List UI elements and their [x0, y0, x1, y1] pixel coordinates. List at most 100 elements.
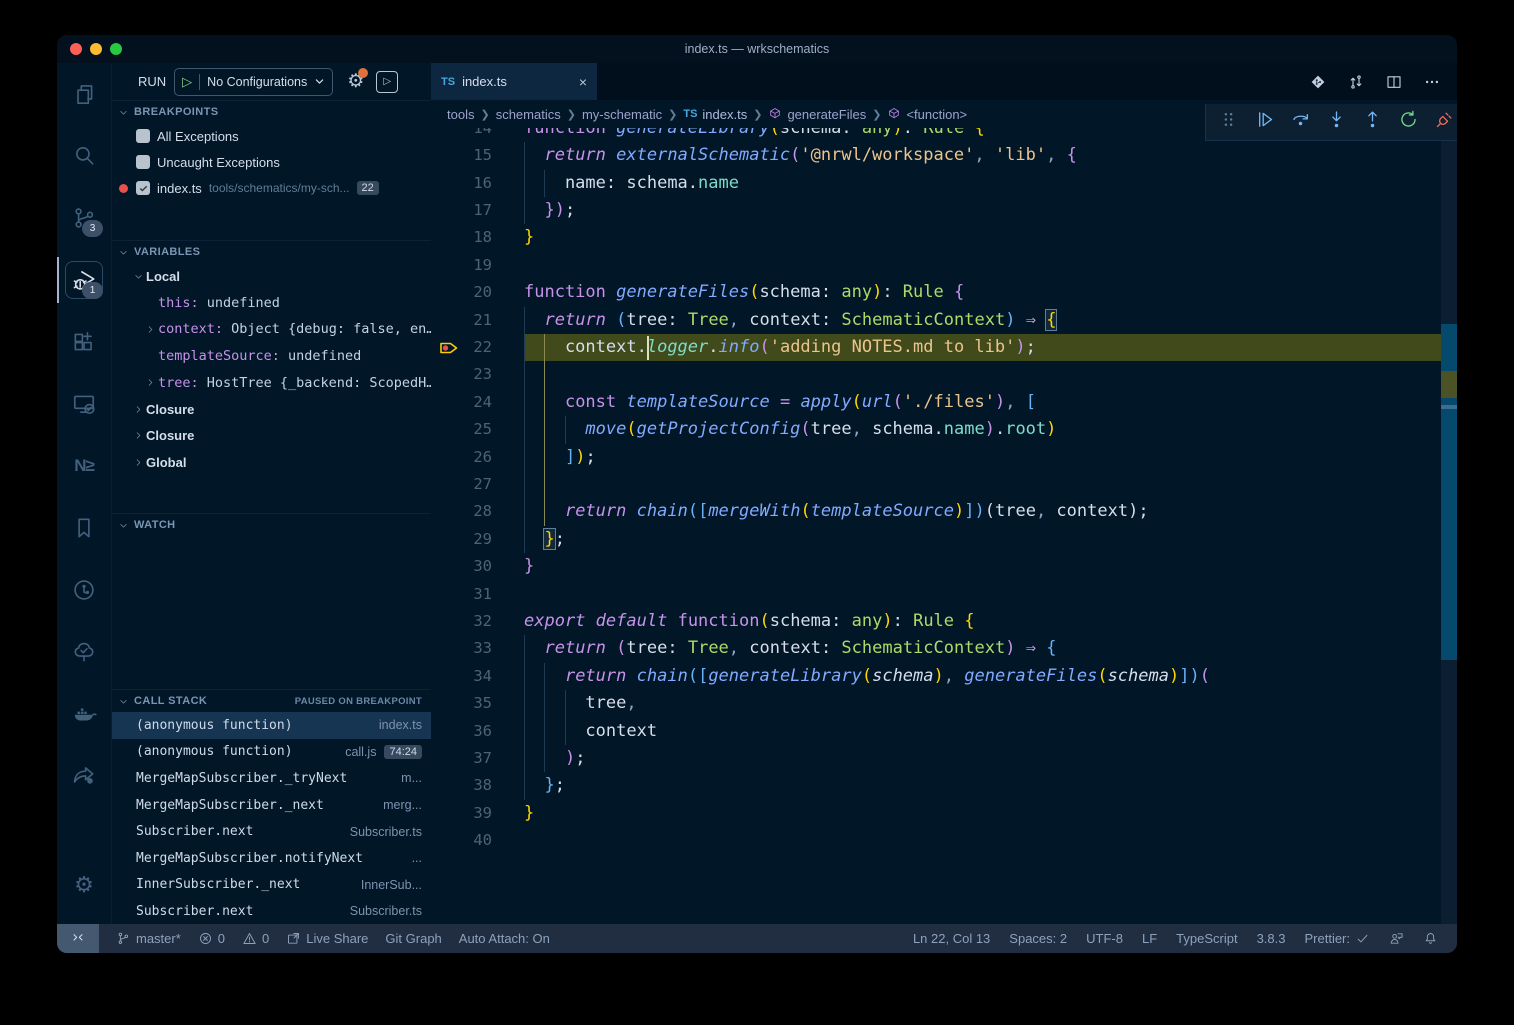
- status-item-feedback[interactable]: [1389, 931, 1404, 946]
- activity-bar-item-live-share[interactable]: [57, 745, 111, 807]
- close-window-button[interactable]: [70, 43, 82, 55]
- activity-bar-item-bookmarks[interactable]: [57, 497, 111, 559]
- variable-row[interactable]: templateSource: undefined: [112, 343, 432, 370]
- close-tab-icon[interactable]: ×: [579, 74, 587, 90]
- breadcrumb-item[interactable]: schematics: [496, 107, 561, 122]
- checkbox-unchecked[interactable]: [136, 155, 150, 169]
- disconnect-button[interactable]: [1434, 109, 1455, 135]
- code-line[interactable]: name: schema.name: [524, 170, 739, 197]
- minimize-window-button[interactable]: [90, 43, 102, 55]
- status-item-git-branch[interactable]: master*: [116, 931, 181, 946]
- configure-gear-button[interactable]: ⚙: [347, 70, 364, 93]
- code-line[interactable]: }: [524, 224, 534, 251]
- code-line[interactable]: export default function(schema: any): Ru…: [524, 608, 975, 635]
- section-header[interactable]: CALL STACKPAUSED ON BREAKPOINT: [112, 689, 432, 712]
- step-out-button[interactable]: [1362, 109, 1383, 135]
- code-line[interactable]: return (tree: Tree, context: SchematicCo…: [524, 635, 1056, 662]
- variable-row[interactable]: tree: HostTree {_backend: ScopedH…: [112, 369, 432, 396]
- variables-scope-row[interactable]: Global: [112, 449, 432, 476]
- step-into-button[interactable]: [1326, 109, 1347, 135]
- activity-bar-item-testing[interactable]: [57, 621, 111, 683]
- line-number[interactable]: 35: [431, 690, 492, 717]
- status-item-auto-attach[interactable]: Auto Attach: On: [459, 931, 550, 946]
- code-line[interactable]: context.logger.info('adding NOTES.md to …: [524, 334, 1036, 361]
- gitlens-icon[interactable]: [1309, 73, 1327, 91]
- line-number[interactable]: 33: [431, 635, 492, 662]
- code-line[interactable]: };: [524, 772, 565, 799]
- variables-scope-row[interactable]: Closure: [112, 423, 432, 450]
- code-line[interactable]: ]);: [524, 444, 596, 471]
- variable-row[interactable]: context: Object {debug: false, en…: [112, 316, 432, 343]
- variables-scope-row[interactable]: Closure: [112, 396, 432, 423]
- status-item-notifications[interactable]: [1423, 931, 1438, 946]
- activity-bar-item-nx-console[interactable]: N≥: [57, 435, 111, 497]
- line-number[interactable]: 16: [431, 170, 492, 197]
- code-line[interactable]: return chain([mergeWith(templateSource)]…: [524, 498, 1149, 525]
- line-number[interactable]: 29: [431, 526, 492, 553]
- line-number[interactable]: 36: [431, 718, 492, 745]
- code-line[interactable]: });: [524, 197, 575, 224]
- line-number[interactable]: 27: [431, 471, 492, 498]
- checkbox-unchecked[interactable]: [136, 129, 150, 143]
- more-actions-icon[interactable]: [1423, 73, 1441, 91]
- line-number[interactable]: 28: [431, 498, 492, 525]
- code-line[interactable]: context: [524, 718, 657, 745]
- call-stack-frame[interactable]: MergeMapSubscriber.notifyNext...: [112, 845, 432, 872]
- code-line[interactable]: );: [524, 745, 585, 772]
- code-line[interactable]: return chain([generateLibrary(schema), g…: [524, 663, 1210, 690]
- call-stack-frame[interactable]: MergeMapSubscriber._nextmerg...: [112, 792, 432, 819]
- restart-button[interactable]: [1398, 109, 1419, 135]
- code-line[interactable]: return (tree: Tree, context: SchematicCo…: [524, 307, 1056, 334]
- activity-bar-item-explorer[interactable]: [57, 63, 111, 125]
- code-line[interactable]: tree,: [524, 690, 637, 717]
- status-item-problems-warnings[interactable]: 0: [242, 931, 269, 946]
- zoom-window-button[interactable]: [110, 43, 122, 55]
- status-item-encoding[interactable]: UTF-8: [1086, 931, 1123, 946]
- open-debug-console-button[interactable]: ▷: [376, 71, 398, 93]
- code-line[interactable]: }: [524, 800, 534, 827]
- line-number[interactable]: 21: [431, 307, 492, 334]
- breadcrumb-item[interactable]: TSindex.ts: [683, 107, 747, 122]
- activity-bar-item-docker[interactable]: [57, 683, 111, 745]
- line-number[interactable]: 23: [431, 361, 492, 388]
- status-item-live-share[interactable]: Live Share: [286, 931, 368, 946]
- section-header[interactable]: BREAKPOINTS: [112, 100, 432, 123]
- section-header[interactable]: WATCH: [112, 513, 432, 536]
- line-number[interactable]: 19: [431, 252, 492, 279]
- variable-row[interactable]: this: undefined: [112, 290, 432, 317]
- activity-bar-item-run-and-debug[interactable]: 1: [57, 249, 111, 311]
- call-stack-frame[interactable]: InnerSubscriber._nextInnerSub...: [112, 872, 432, 899]
- line-number[interactable]: 39: [431, 800, 492, 827]
- variables-scope-row[interactable]: Local: [112, 263, 432, 290]
- activity-bar-item-search[interactable]: [57, 125, 111, 187]
- remote-indicator[interactable]: [57, 924, 99, 953]
- line-number[interactable]: 15: [431, 142, 492, 169]
- status-item-indentation[interactable]: Spaces: 2: [1009, 931, 1067, 946]
- status-item-eol[interactable]: LF: [1142, 931, 1157, 946]
- line-number[interactable]: 32: [431, 608, 492, 635]
- step-over-button[interactable]: [1290, 109, 1311, 135]
- launch-configuration-dropdown[interactable]: ▷ No Configurations: [174, 68, 333, 96]
- continue-button[interactable]: [1254, 109, 1275, 135]
- code-line[interactable]: }: [524, 553, 534, 580]
- code-line[interactable]: const templateSource = apply(url('./file…: [524, 389, 1036, 416]
- line-number[interactable]: 20: [431, 279, 492, 306]
- line-number[interactable]: 17: [431, 197, 492, 224]
- line-number[interactable]: 25: [431, 416, 492, 443]
- activity-bar-item-source-control[interactable]: 3: [57, 187, 111, 249]
- line-number[interactable]: 31: [431, 581, 492, 608]
- call-stack-frame[interactable]: Subscriber.nextSubscriber.ts: [112, 818, 432, 845]
- call-stack-frame[interactable]: (anonymous function)index.ts: [112, 712, 432, 739]
- code-line[interactable]: return externalSchematic('@nrwl/workspac…: [524, 142, 1077, 169]
- call-stack-frame[interactable]: (anonymous function)call.js74:24: [112, 739, 432, 766]
- call-stack-frame[interactable]: MergeMapSubscriber._tryNextm...: [112, 765, 432, 792]
- line-number[interactable]: 37: [431, 745, 492, 772]
- status-item-problems-errors[interactable]: 0: [198, 931, 225, 946]
- compare-changes-icon[interactable]: [1347, 73, 1365, 91]
- breadcrumb-item[interactable]: <function>: [887, 107, 967, 122]
- line-number[interactable]: 18: [431, 224, 492, 251]
- line-number[interactable]: 30: [431, 553, 492, 580]
- status-item-prettier[interactable]: Prettier:: [1304, 931, 1370, 946]
- code-editor[interactable]: 14function generateLibrary(schema: any):…: [431, 91, 1457, 924]
- code-line[interactable]: function generateFiles(schema: any): Rul…: [524, 279, 964, 306]
